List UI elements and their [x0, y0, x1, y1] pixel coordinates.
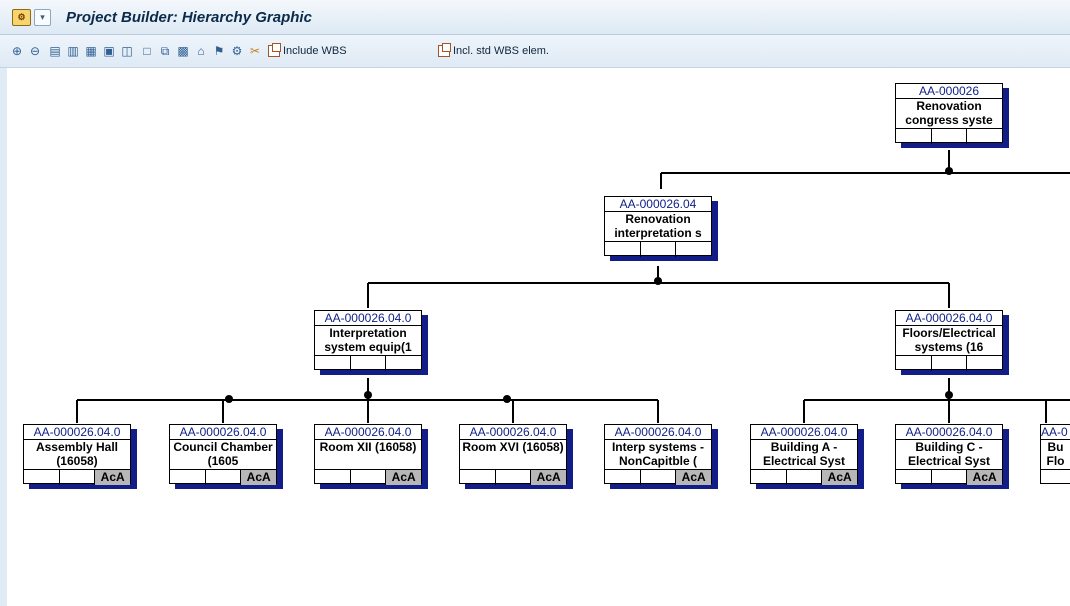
wbs-node-room-xvi[interactable]: AA-000026.04.0 Room XVI (16058) AcA — [459, 424, 567, 485]
wbs-node-cell — [386, 356, 421, 371]
wbs-node-council-chamber[interactable]: AA-000026.04.0 Council Chamber (1605 AcA — [169, 424, 277, 485]
wbs-node-description: Interpretation system equip(1 — [315, 326, 421, 356]
wbs-node-cell — [170, 470, 206, 485]
expand-icon[interactable]: ▤ — [48, 44, 62, 58]
wbs-node-cell — [605, 470, 641, 485]
wbs-node-status-cell: AcA — [967, 470, 1003, 485]
wbs-node-status-cell: AcA — [676, 470, 712, 485]
wbs-node-cell — [1041, 470, 1070, 485]
wbs-node-id: AA-000026.04.0 — [896, 425, 1002, 440]
wbs-node-description: Renovation congress syste — [896, 99, 1002, 129]
wbs-node-id: AA-000026.04.0 — [751, 425, 857, 440]
wbs-node-cell — [787, 470, 823, 485]
include-wbs-label: Include WBS — [283, 45, 347, 57]
incl-std-wbs-button[interactable]: Incl. std WBS elem. — [438, 43, 549, 59]
wbs-node-cell — [932, 129, 968, 144]
wbs-node-status-cell: AcA — [386, 470, 422, 485]
wbs-node-description: Room XVI (16058) — [460, 440, 566, 470]
wbs-node-partial-right[interactable]: AA-0 Bu Flo — [1040, 424, 1070, 484]
wbs-node-building-c-electrical[interactable]: AA-000026.04.0 Building C - Electrical S… — [895, 424, 1003, 485]
wbs-node-interp-systems-noncapitble[interactable]: AA-000026.04.0 Interp systems -NonCapitb… — [604, 424, 712, 485]
wbs-node-cell — [896, 356, 932, 371]
wbs-node-level1[interactable]: AA-000026.04 Renovation interpretation s — [604, 196, 712, 257]
wbs-node-description: Room XII (16058) — [315, 440, 421, 470]
wbs-node-status-cell: AcA — [822, 470, 858, 485]
wbs-node-id: AA-000026.04.0 — [315, 311, 421, 326]
wbs-node-status-cell: AcA — [531, 470, 567, 485]
wbs-node-cell — [60, 470, 96, 485]
wbs-node-description: Building A - Electrical Syst — [751, 440, 857, 470]
wbs-node-cell — [932, 470, 968, 485]
wbs-node-cell — [751, 470, 787, 485]
wbs-node-description: Floors/Electrical systems (16 — [896, 326, 1002, 356]
wbs-node-id: AA-000026.04.0 — [896, 311, 1002, 326]
incl-std-wbs-icon — [438, 43, 451, 57]
menu-dropdown-icon[interactable]: ▾ — [34, 9, 51, 26]
toolbar: ⊕ ⊖ ▤ ▥ ▦ ▣ ◫ □ ⧉ ▩ ⌂ ⚑ ⚙ ✂ Include WBS … — [0, 35, 1070, 68]
wbs-node-cell — [206, 470, 242, 485]
wbs-node-cell — [351, 356, 387, 371]
wbs-node-floors-electrical[interactable]: AA-000026.04.0 Floors/Electrical systems… — [895, 310, 1003, 371]
title-bar: ⚙ ▾ Project Builder: Hierarchy Graphic — [0, 0, 1070, 35]
wbs-node-cell — [896, 470, 932, 485]
wbs-node-interpretation-system[interactable]: AA-000026.04.0 Interpretation system equ… — [314, 310, 422, 371]
zoom-out-icon[interactable]: ⊖ — [28, 44, 42, 58]
wbs-node-status-cell: AcA — [95, 470, 131, 485]
wbs-node-description: Building C - Electrical Syst — [896, 440, 1002, 470]
wbs-node-assembly-hall[interactable]: AA-000026.04.0 Assembly Hall (16058) AcA — [23, 424, 131, 485]
wbs-node-description: Council Chamber (1605 — [170, 440, 276, 470]
wbs-node-cell — [315, 470, 351, 485]
hierarchy-icon[interactable]: ⚑ — [212, 44, 226, 58]
window-title: Project Builder: Hierarchy Graphic — [66, 9, 312, 26]
wbs-node-cell — [932, 356, 968, 371]
save-icon[interactable]: ▩ — [176, 44, 190, 58]
wbs-node-root[interactable]: AA-000026 Renovation congress syste — [895, 83, 1003, 144]
hierarchy-canvas[interactable]: AA-000026 Renovation congress syste AA-0… — [7, 68, 1070, 606]
wbs-node-cell — [496, 470, 532, 485]
wbs-node-building-a-electrical[interactable]: AA-000026.04.0 Building A - Electrical S… — [750, 424, 858, 485]
wbs-node-id: AA-000026.04.0 — [170, 425, 276, 440]
wbs-node-cell — [896, 129, 932, 144]
wbs-node-cell — [315, 356, 351, 371]
app-icon[interactable]: ⚙ — [12, 9, 31, 26]
wbs-node-id: AA-0 — [1041, 425, 1070, 440]
wbs-node-id: AA-000026 — [896, 84, 1002, 99]
wbs-node-cell — [967, 129, 1002, 144]
include-wbs-icon — [268, 43, 281, 57]
include-wbs-button[interactable]: Include WBS — [268, 43, 347, 59]
options-icon[interactable]: ▦ — [84, 44, 98, 58]
wbs-node-cell — [605, 242, 641, 257]
wbs-node-cell — [641, 242, 677, 257]
wbs-node-description: Interp systems -NonCapitble ( — [605, 440, 711, 470]
wbs-node-id: AA-000026.04 — [605, 197, 711, 212]
wbs-node-id: AA-000026.04.0 — [24, 425, 130, 440]
delete-icon[interactable]: ⌂ — [194, 44, 208, 58]
wbs-node-description: Bu Flo — [1041, 440, 1070, 470]
copy-icon[interactable]: ⧉ — [158, 44, 172, 58]
wbs-node-id: AA-000026.04.0 — [460, 425, 566, 440]
collapse-icon[interactable]: ▥ — [66, 44, 80, 58]
zoom-in-icon[interactable]: ⊕ — [10, 44, 24, 58]
wbs-node-cell — [967, 356, 1002, 371]
incl-std-wbs-label: Incl. std WBS elem. — [453, 45, 549, 57]
wbs-node-cell — [460, 470, 496, 485]
settings-icon[interactable]: ⚙ — [230, 44, 244, 58]
wbs-node-cell — [24, 470, 60, 485]
overview-icon[interactable]: ▣ — [102, 44, 116, 58]
wbs-node-cell — [676, 242, 711, 257]
refresh-icon[interactable]: ◫ — [120, 44, 134, 58]
wbs-node-status-cell: AcA — [241, 470, 277, 485]
wbs-node-cell — [641, 470, 677, 485]
wbs-node-cell — [351, 470, 387, 485]
new-icon[interactable]: □ — [140, 44, 154, 58]
wbs-node-room-xii[interactable]: AA-000026.04.0 Room XII (16058) AcA — [314, 424, 422, 485]
wbs-node-id: AA-000026.04.0 — [315, 425, 421, 440]
wbs-node-description: Assembly Hall (16058) — [24, 440, 130, 470]
cut-icon[interactable]: ✂ — [248, 44, 262, 58]
wbs-node-description: Renovation interpretation s — [605, 212, 711, 242]
wbs-node-id: AA-000026.04.0 — [605, 425, 711, 440]
